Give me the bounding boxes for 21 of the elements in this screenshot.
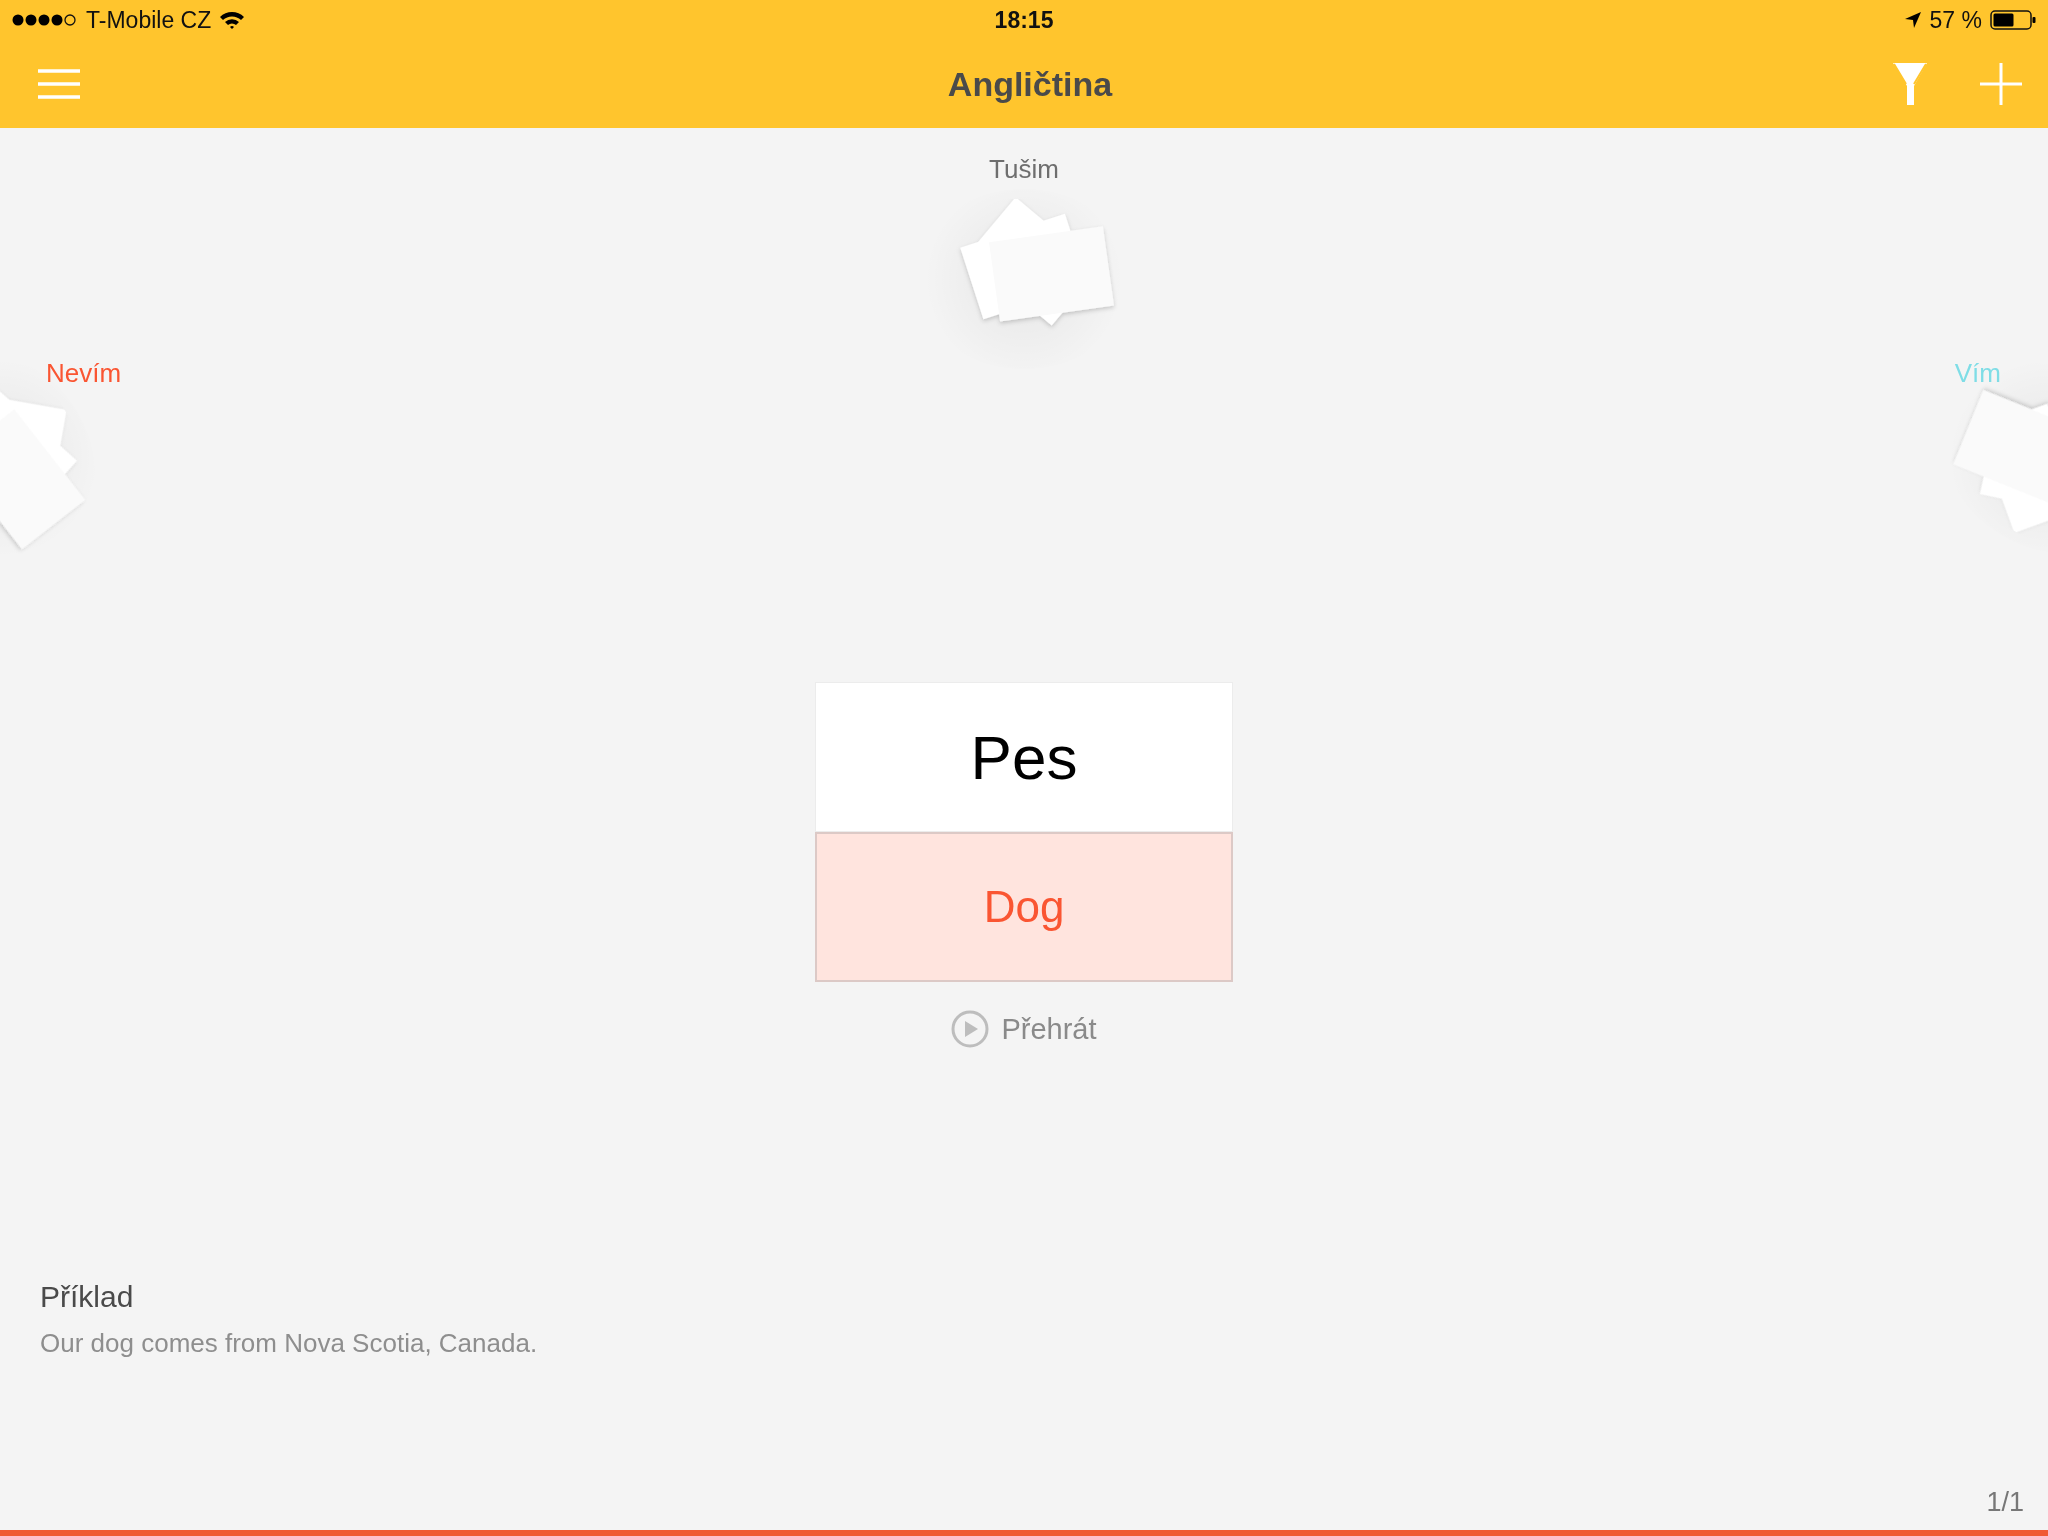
battery-icon: [1990, 10, 2036, 30]
card-front: Pes: [815, 682, 1233, 832]
card-back: Dog: [815, 832, 1233, 982]
clock-time: 18:15: [994, 6, 1054, 34]
play-icon: [951, 1010, 990, 1048]
battery-percentage: 57 %: [1929, 6, 1982, 34]
screen-title: Angličtina: [947, 64, 1113, 104]
pile-label: Nevím: [46, 358, 122, 389]
example-sentence: Our dog comes from Nova Scotia, Canada.: [40, 1328, 539, 1359]
menu-button[interactable]: [38, 69, 80, 99]
example-heading: Příklad: [40, 1280, 135, 1314]
signal-icon: [12, 13, 78, 27]
add-button[interactable]: [1980, 63, 2022, 105]
location-arrow-icon: [1903, 11, 1922, 29]
pile-label: Tušim: [989, 154, 1059, 185]
carrier-name: T-Mobile CZ: [86, 6, 212, 34]
card-counter: 1/1: [1986, 1487, 2024, 1518]
play-button[interactable]: Přehrát: [951, 1010, 1097, 1048]
wifi-icon: [219, 10, 246, 30]
filter-button[interactable]: [1892, 62, 1928, 106]
pile-label: Vím: [1954, 358, 2001, 389]
